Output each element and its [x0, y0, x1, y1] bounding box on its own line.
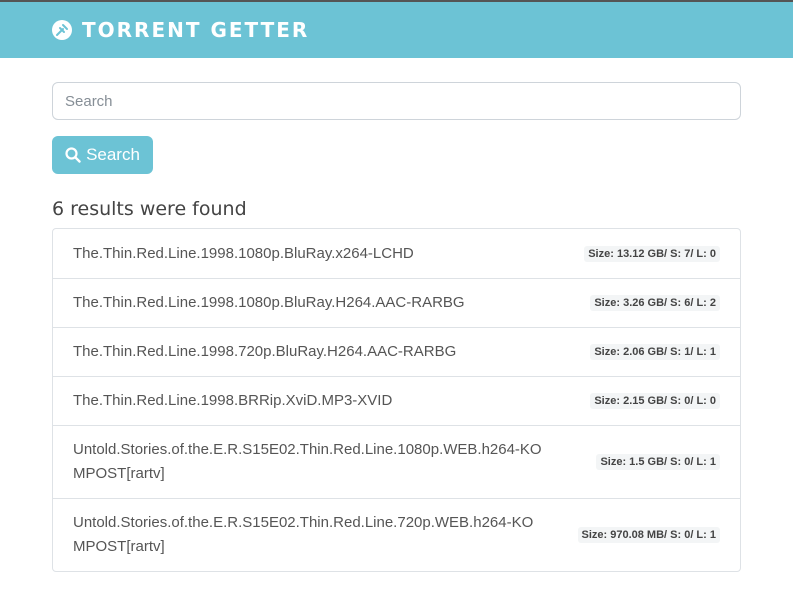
torrent-meta-badge: Size: 1.5 GB/ S: 0/ L: 1 — [596, 454, 720, 470]
brand-title: TORRENT GETTER — [82, 18, 310, 42]
torrent-title: The.Thin.Red.Line.1998.720p.BluRay.H264.… — [73, 343, 457, 360]
torrent-title: Untold.Stories.of.the.E.R.S15E02.Thin.Re… — [73, 441, 542, 482]
list-item[interactable]: The.Thin.Red.Line.1998.BRRip.XviD.MP3-XV… — [53, 376, 740, 425]
list-item[interactable]: The.Thin.Red.Line.1998.1080p.BluRay.H264… — [53, 278, 740, 327]
torrent-title: Untold.Stories.of.the.E.R.S15E02.Thin.Re… — [73, 514, 534, 555]
torrent-meta-badge: Size: 2.06 GB/ S: 1/ L: 1 — [590, 344, 720, 360]
list-item[interactable]: Untold.Stories.of.the.E.R.S15E02.Thin.Re… — [53, 498, 740, 571]
search-button[interactable]: Search — [52, 136, 153, 174]
navbar: TORRENT GETTER — [0, 2, 793, 58]
torrent-title: The.Thin.Red.Line.1998.BRRip.XviD.MP3-XV… — [73, 392, 393, 409]
main-content: Search 6 results were found The.Thin.Red… — [0, 82, 793, 572]
brand[interactable]: TORRENT GETTER — [52, 18, 309, 42]
results-list: The.Thin.Red.Line.1998.1080p.BluRay.x264… — [52, 228, 741, 572]
magnet-icon — [52, 20, 72, 40]
search-input[interactable] — [52, 82, 741, 120]
torrent-title: The.Thin.Red.Line.1998.1080p.BluRay.x264… — [73, 244, 414, 262]
torrent-meta-badge: Size: 13.12 GB/ S: 7/ L: 0 — [584, 245, 720, 262]
list-item[interactable]: Untold.Stories.of.the.E.R.S15E02.Thin.Re… — [53, 425, 740, 498]
torrent-meta-badge: Size: 970.08 MB/ S: 0/ L: 1 — [577, 527, 720, 543]
search-icon — [65, 147, 81, 163]
torrent-meta-badge: Size: 3.26 GB/ S: 6/ L: 2 — [590, 295, 720, 311]
list-item[interactable]: The.Thin.Red.Line.1998.1080p.BluRay.x264… — [53, 229, 740, 278]
torrent-meta-badge: Size: 2.15 GB/ S: 0/ L: 0 — [590, 393, 720, 409]
list-item[interactable]: The.Thin.Red.Line.1998.720p.BluRay.H264.… — [53, 327, 740, 376]
search-button-label: Search — [86, 145, 140, 164]
results-heading: 6 results were found — [52, 198, 247, 220]
torrent-title: The.Thin.Red.Line.1998.1080p.BluRay.H264… — [73, 294, 465, 311]
